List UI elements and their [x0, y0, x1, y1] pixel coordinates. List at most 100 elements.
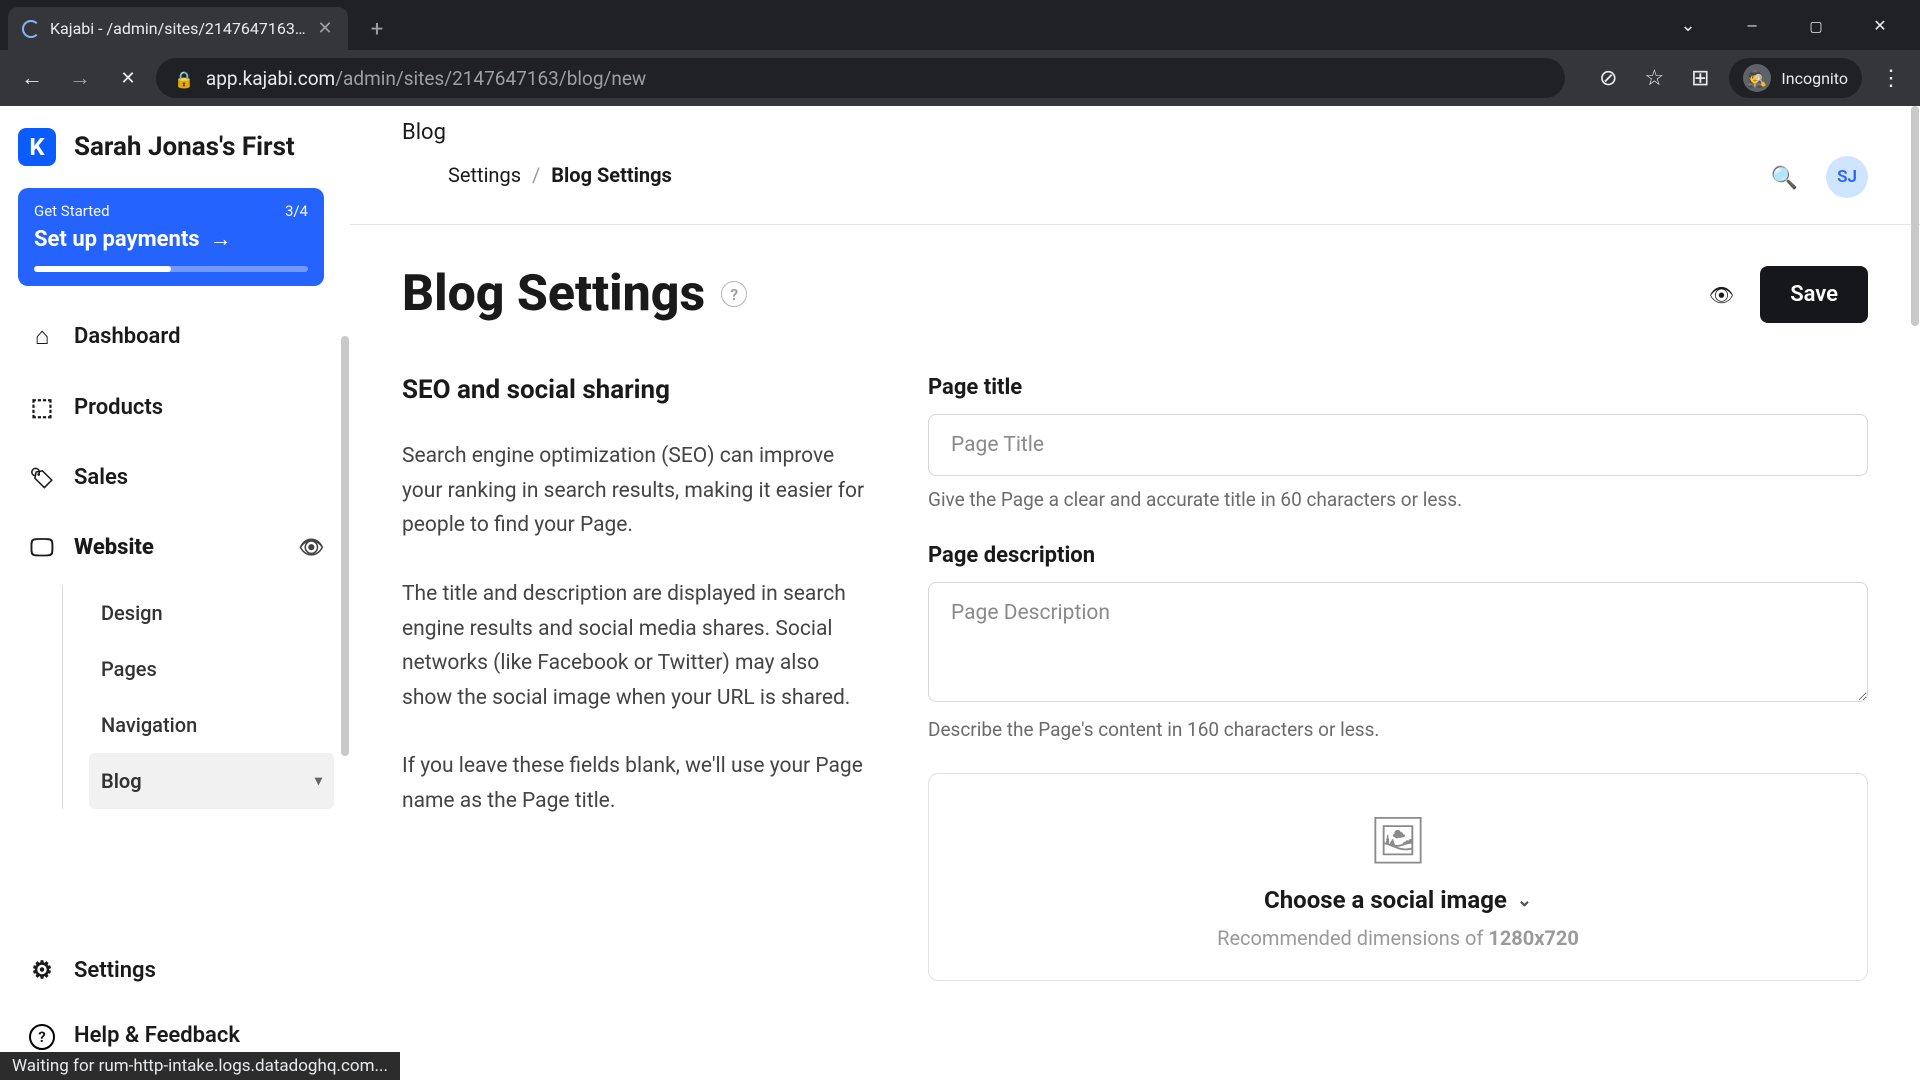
brand[interactable]: K Sarah Jonas's First	[18, 124, 338, 188]
onboarding-header: Get Started 3/4	[34, 202, 308, 220]
arrow-right-icon	[69, 65, 91, 91]
window-controls	[1668, 8, 1912, 42]
sidebar-item-products[interactable]: Products	[18, 375, 334, 439]
onboarding-title-row: Set up payments →	[34, 226, 308, 252]
page-description-hint: Describe the Page's content in 160 chara…	[928, 718, 1868, 741]
breadcrumb-settings[interactable]: Settings	[448, 163, 521, 187]
title-actions: Save	[1709, 266, 1868, 323]
seo-form: Page title Give the Page a clear and acc…	[928, 375, 1868, 981]
gear-icon	[28, 956, 56, 984]
lock-icon	[174, 67, 194, 90]
browser-chrome: Kajabi - /admin/sites/2147647163... app.…	[0, 0, 1920, 106]
close-window-button[interactable]	[1860, 8, 1900, 42]
browser-menu-button[interactable]	[1874, 61, 1908, 95]
sidebar-subitem-pages[interactable]: Pages	[89, 641, 334, 697]
url-text: app.kajabi.com/admin/sites/2147647163/bl…	[206, 67, 646, 90]
cube-icon	[28, 393, 56, 421]
onboarding-progress-label: 3/4	[285, 202, 308, 220]
onboarding-card[interactable]: Get Started 3/4 Set up payments →	[18, 188, 324, 286]
field-page-description: Page description Describe the Page's con…	[928, 543, 1868, 741]
minimize-button[interactable]	[1732, 8, 1772, 42]
monitor-icon	[28, 533, 56, 561]
eye-icon	[299, 535, 324, 560]
page-title: Blog Settings ?	[402, 265, 747, 323]
incognito-label: Incognito	[1781, 69, 1848, 88]
extensions-icon	[1691, 66, 1709, 91]
scrollbar-thumb[interactable]	[1911, 106, 1919, 326]
sidebar-item-label: Website	[74, 535, 154, 560]
search-button[interactable]	[1771, 162, 1798, 192]
chevron-down-icon	[1680, 15, 1695, 36]
star-icon	[1645, 66, 1665, 91]
tracking-blocked-button[interactable]	[1591, 61, 1625, 95]
scrollbar-thumb[interactable]	[341, 336, 349, 756]
main-scrollbar[interactable]	[1910, 106, 1920, 1080]
preview-site-button[interactable]	[299, 535, 324, 560]
sidebar-item-website[interactable]: Website	[18, 515, 334, 579]
save-button[interactable]: Save	[1760, 266, 1868, 323]
eye-off-icon	[1599, 66, 1617, 91]
sidebar-subitem-navigation[interactable]: Navigation	[89, 697, 334, 753]
tab-title: Kajabi - /admin/sites/2147647163...	[50, 19, 306, 38]
arrow-right-icon: →	[210, 226, 232, 252]
tab-list-button[interactable]	[1668, 8, 1708, 42]
eye-icon	[1709, 279, 1734, 309]
choose-image-label: Choose a social image	[1264, 886, 1507, 914]
seo-paragraph: If you leave these fields blank, we'll u…	[402, 749, 872, 818]
site-name: Sarah Jonas's First	[74, 132, 295, 162]
image-icon	[949, 814, 1847, 868]
preview-button[interactable]	[1709, 279, 1734, 309]
close-tab-button[interactable]	[316, 20, 334, 38]
page-description-input[interactable]	[928, 582, 1868, 702]
field-page-title: Page title Give the Page a clear and acc…	[928, 375, 1868, 511]
seo-paragraph: Search engine optimization (SEO) can imp…	[402, 439, 872, 543]
sidebar-subitem-design[interactable]: Design	[89, 585, 334, 641]
seo-heading: SEO and social sharing	[402, 375, 872, 405]
breadcrumb-separator: /	[532, 163, 540, 187]
extensions-button[interactable]	[1683, 61, 1717, 95]
website-submenu: Design Pages Navigation Blog ▾	[62, 585, 334, 809]
sidebar-item-sales[interactable]: Sales	[18, 445, 334, 509]
sidebar-item-settings[interactable]: Settings	[18, 938, 338, 1002]
close-icon	[317, 18, 332, 39]
page-title-input[interactable]	[928, 414, 1868, 476]
sidebar-item-dashboard[interactable]: Dashboard	[18, 304, 334, 369]
sidebar-footer: Settings Help & Feedback	[18, 938, 338, 1068]
omnibox[interactable]: app.kajabi.com/admin/sites/2147647163/bl…	[156, 58, 1565, 98]
back-button[interactable]	[12, 58, 52, 98]
avatar[interactable]: SJ	[1826, 156, 1868, 198]
seo-explainer: SEO and social sharing Search engine opt…	[402, 375, 872, 981]
chevron-down-icon: ▾	[315, 773, 322, 789]
maximize-button[interactable]	[1796, 8, 1836, 42]
bookmark-button[interactable]	[1637, 61, 1671, 95]
onboarding-title: Set up payments	[34, 227, 200, 252]
new-tab-button[interactable]	[360, 12, 394, 46]
page-title-row: Blog Settings ? Save	[350, 225, 1920, 323]
sidebar-item-label: Help & Feedback	[74, 1023, 240, 1048]
plus-icon	[371, 17, 383, 42]
sidebar-item-label: Sales	[74, 465, 128, 490]
help-tooltip-button[interactable]: ?	[721, 281, 747, 307]
search-icon	[1771, 162, 1798, 192]
browser-tab[interactable]: Kajabi - /admin/sites/2147647163...	[8, 7, 348, 50]
more-vertical-icon	[1880, 66, 1902, 91]
page-title-label: Page title	[928, 375, 1868, 400]
home-icon	[28, 322, 56, 351]
minimize-icon	[1747, 15, 1758, 36]
stop-button[interactable]	[108, 58, 148, 98]
forward-button[interactable]	[60, 58, 100, 98]
image-recommendation: Recommended dimensions of 1280x720	[949, 926, 1847, 950]
chevron-down-icon	[1517, 890, 1532, 911]
seo-paragraph: The title and description are displayed …	[402, 577, 872, 716]
help-icon	[28, 1020, 56, 1050]
settings-body: SEO and social sharing Search engine opt…	[350, 323, 1920, 981]
page-description-label: Page description	[928, 543, 1868, 568]
breadcrumb: Settings / Blog Settings	[448, 163, 1771, 187]
sidebar-scrollbar[interactable]	[340, 106, 350, 1080]
social-image-picker[interactable]: Choose a social image Recommended dimens…	[928, 773, 1868, 981]
sidebar-subitem-blog[interactable]: Blog ▾	[89, 753, 334, 809]
loading-spinner-icon	[22, 20, 40, 38]
incognito-indicator[interactable]: Incognito	[1729, 58, 1862, 98]
section-label: Blog	[402, 120, 1771, 145]
toolbar-right: Incognito	[1591, 58, 1908, 98]
